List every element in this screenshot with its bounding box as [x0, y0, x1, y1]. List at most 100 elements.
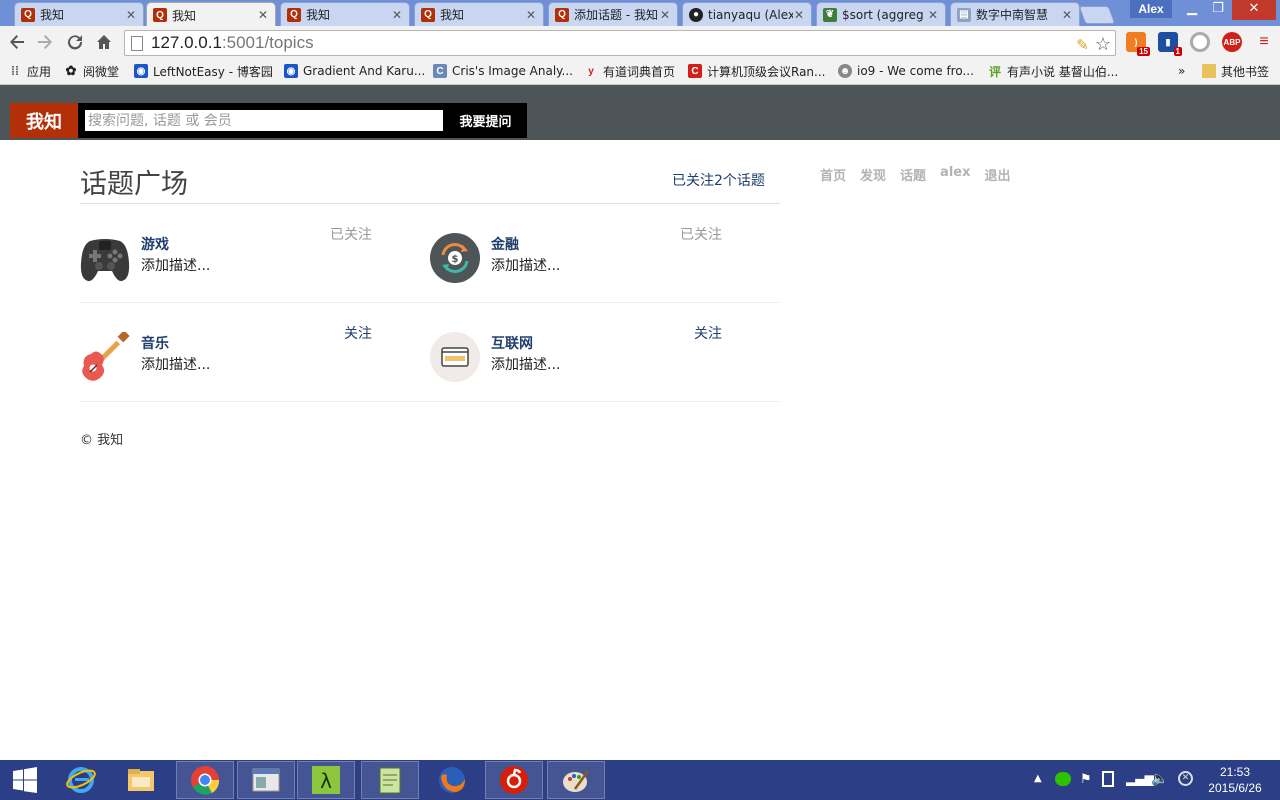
chrome-icon[interactable] [176, 761, 234, 799]
gamepad-icon [80, 233, 130, 283]
reload-icon[interactable] [64, 31, 86, 53]
tab-title: 我知 [40, 8, 65, 22]
ask-question-button[interactable]: 我要提问 [444, 103, 527, 138]
zhiwo-q-icon: Q [21, 7, 35, 22]
bookmark-label: Gradient And Karu... [303, 64, 426, 78]
topic-description: 添加描述... [141, 258, 211, 274]
restore-icon[interactable]: ❐ [1204, 0, 1232, 20]
cnblogs-icon: ◉ [134, 64, 148, 78]
bookmark-label: 阅微堂 [83, 64, 120, 79]
flag-tray-icon[interactable]: ⚑ [1080, 772, 1092, 787]
browser-tab[interactable]: Q 添加话题 - 我知 ✕ [548, 2, 678, 26]
bookmark-item[interactable]: C 计算机顶级会议Ran... [688, 62, 825, 80]
follow-button[interactable]: 关注 [344, 323, 372, 343]
paint-icon[interactable] [547, 761, 605, 799]
browser-tab[interactable]: ▤ 数字中南智慧 ✕ [950, 2, 1080, 26]
tab-close-icon[interactable]: ✕ [659, 8, 671, 22]
circle-icon[interactable] [1190, 32, 1210, 52]
tray-overflow-icon[interactable]: ▲ [1034, 773, 1042, 784]
notepad-icon[interactable] [361, 761, 419, 799]
nav-logout[interactable]: 退出 [984, 165, 1010, 184]
bookmark-item[interactable]: ☻ io9 - We come fro... [838, 62, 974, 80]
tab-title: 我知 [440, 8, 465, 22]
finance-icon: $ [430, 233, 480, 283]
tab-close-icon[interactable]: ✕ [257, 8, 269, 22]
system-clock[interactable]: 21:53 2015/6/26 [1200, 764, 1270, 796]
explorer-icon[interactable] [112, 761, 170, 799]
topic-name[interactable]: 游戏 [141, 234, 169, 254]
browser-tab[interactable]: Q 我知 ✕ [280, 2, 410, 26]
other-bookmarks[interactable]: 其他书签 [1202, 62, 1269, 80]
nav-home[interactable]: 首页 [820, 165, 846, 184]
search-input[interactable] [85, 110, 443, 131]
tab-close-icon[interactable]: ✕ [525, 8, 537, 22]
address-bar[interactable]: 127.0.0.1:5001/topics ✎ ☆ [124, 30, 1116, 56]
site-logo[interactable]: 我知 [10, 103, 78, 138]
nav-topics[interactable]: 话题 [900, 165, 926, 184]
tab-close-icon[interactable]: ✕ [927, 8, 939, 22]
menu-icon[interactable]: ≡ [1254, 32, 1274, 52]
tab-close-icon[interactable]: ✕ [1061, 8, 1073, 22]
unfollow-button[interactable]: 已关注 [330, 224, 372, 244]
browser-tab[interactable]: ● tianyaqu (Alex ✕ [682, 2, 812, 26]
svg-text:λ: λ [320, 769, 332, 793]
tab-title: tianyaqu (Alex [708, 7, 793, 22]
firefox-icon[interactable] [423, 761, 481, 799]
image-doc-icon: ▤ [957, 7, 971, 22]
tab-title: 数字中南智慧 [976, 8, 1049, 22]
browser-toolbar: 127.0.0.1:5001/topics ✎ ☆ 15) ▮ 1 ABP ≡ [0, 26, 1280, 58]
close-tray-icon[interactable]: ✕ [1178, 771, 1193, 786]
window-icon[interactable] [237, 761, 295, 799]
follow-button[interactable]: 关注 [694, 323, 722, 343]
apps-bookmark[interactable]: ⁞⁞ 应用 [8, 62, 51, 80]
new-tab-button[interactable] [1078, 6, 1116, 24]
topic-name[interactable]: 音乐 [141, 333, 169, 353]
forward-icon[interactable] [34, 31, 56, 53]
tab-close-icon[interactable]: ✕ [391, 8, 403, 22]
home-icon[interactable] [93, 31, 115, 53]
browser-tab[interactable]: Q 我知 ✕ [14, 2, 144, 26]
io9-icon: ☻ [838, 64, 852, 78]
bookmark-item[interactable]: 评 有声小说 基督山伯... [988, 62, 1118, 80]
window-close-icon[interactable]: ✕ [1232, 0, 1276, 20]
pencil-extension-icon[interactable]: ✎ [1076, 36, 1089, 54]
adblock-icon[interactable]: ABP [1222, 32, 1242, 52]
browser-tab-active[interactable]: Q 我知 ✕ [146, 2, 276, 27]
stats-icon[interactable]: ▮ 1 [1158, 32, 1182, 56]
nav-user[interactable]: alex [940, 165, 970, 184]
start-icon[interactable] [0, 761, 50, 799]
svg-text:$: $ [452, 254, 459, 265]
device-tray-icon[interactable] [1102, 771, 1114, 787]
windows-taskbar: λ ▲ ⚑ ▂▄▆ 🔈 ✕ 21:53 2015/6/26 [0, 760, 1280, 800]
bookmark-item[interactable]: ◉ Gradient And Karu... [284, 62, 425, 80]
bookmark-item[interactable]: C Cris's Image Analy... [433, 62, 573, 80]
minimize-icon[interactable]: ▁ [1178, 0, 1206, 20]
profile-name[interactable]: Alex [1130, 0, 1172, 18]
bookmark-item[interactable]: y 有道词典首页 [584, 62, 675, 80]
topic-name[interactable]: 金融 [491, 234, 519, 254]
lambda-icon[interactable]: λ [297, 761, 355, 799]
tab-close-icon[interactable]: ✕ [125, 8, 137, 22]
followed-topics-link[interactable]: 已关注2个话题 [672, 170, 765, 190]
bookmark-item[interactable]: ✿ 阅微堂 [64, 62, 119, 80]
back-icon[interactable] [6, 31, 28, 53]
folder-icon [1202, 64, 1216, 78]
netease-music-icon[interactable] [485, 761, 543, 799]
browser-tab[interactable]: ❦ $sort (aggreg ✕ [816, 2, 946, 26]
browser-tab[interactable]: Q 我知 ✕ [414, 2, 544, 26]
volume-tray-icon[interactable]: 🔈 [1151, 771, 1168, 787]
bookmarks-overflow[interactable]: » [1178, 62, 1185, 80]
wechat-tray-icon[interactable] [1055, 772, 1071, 786]
bookmark-item[interactable]: ◉ LeftNotEasy - 博客园 [134, 62, 273, 80]
ie-icon[interactable] [52, 761, 110, 799]
unfollow-button[interactable]: 已关注 [680, 224, 722, 244]
tab-close-icon[interactable]: ✕ [793, 8, 805, 22]
tab-title: 我知 [306, 8, 331, 22]
rss-icon[interactable]: 15) [1126, 32, 1150, 56]
topic-name[interactable]: 互联网 [491, 333, 533, 353]
page-doc-icon [131, 35, 143, 51]
bookmark-star-icon[interactable]: ☆ [1095, 34, 1111, 55]
bookmark-label: 有声小说 基督山伯... [1007, 64, 1119, 79]
network-tray-icon[interactable]: ▂▄▆ [1126, 772, 1154, 786]
nav-discover[interactable]: 发现 [860, 165, 886, 184]
